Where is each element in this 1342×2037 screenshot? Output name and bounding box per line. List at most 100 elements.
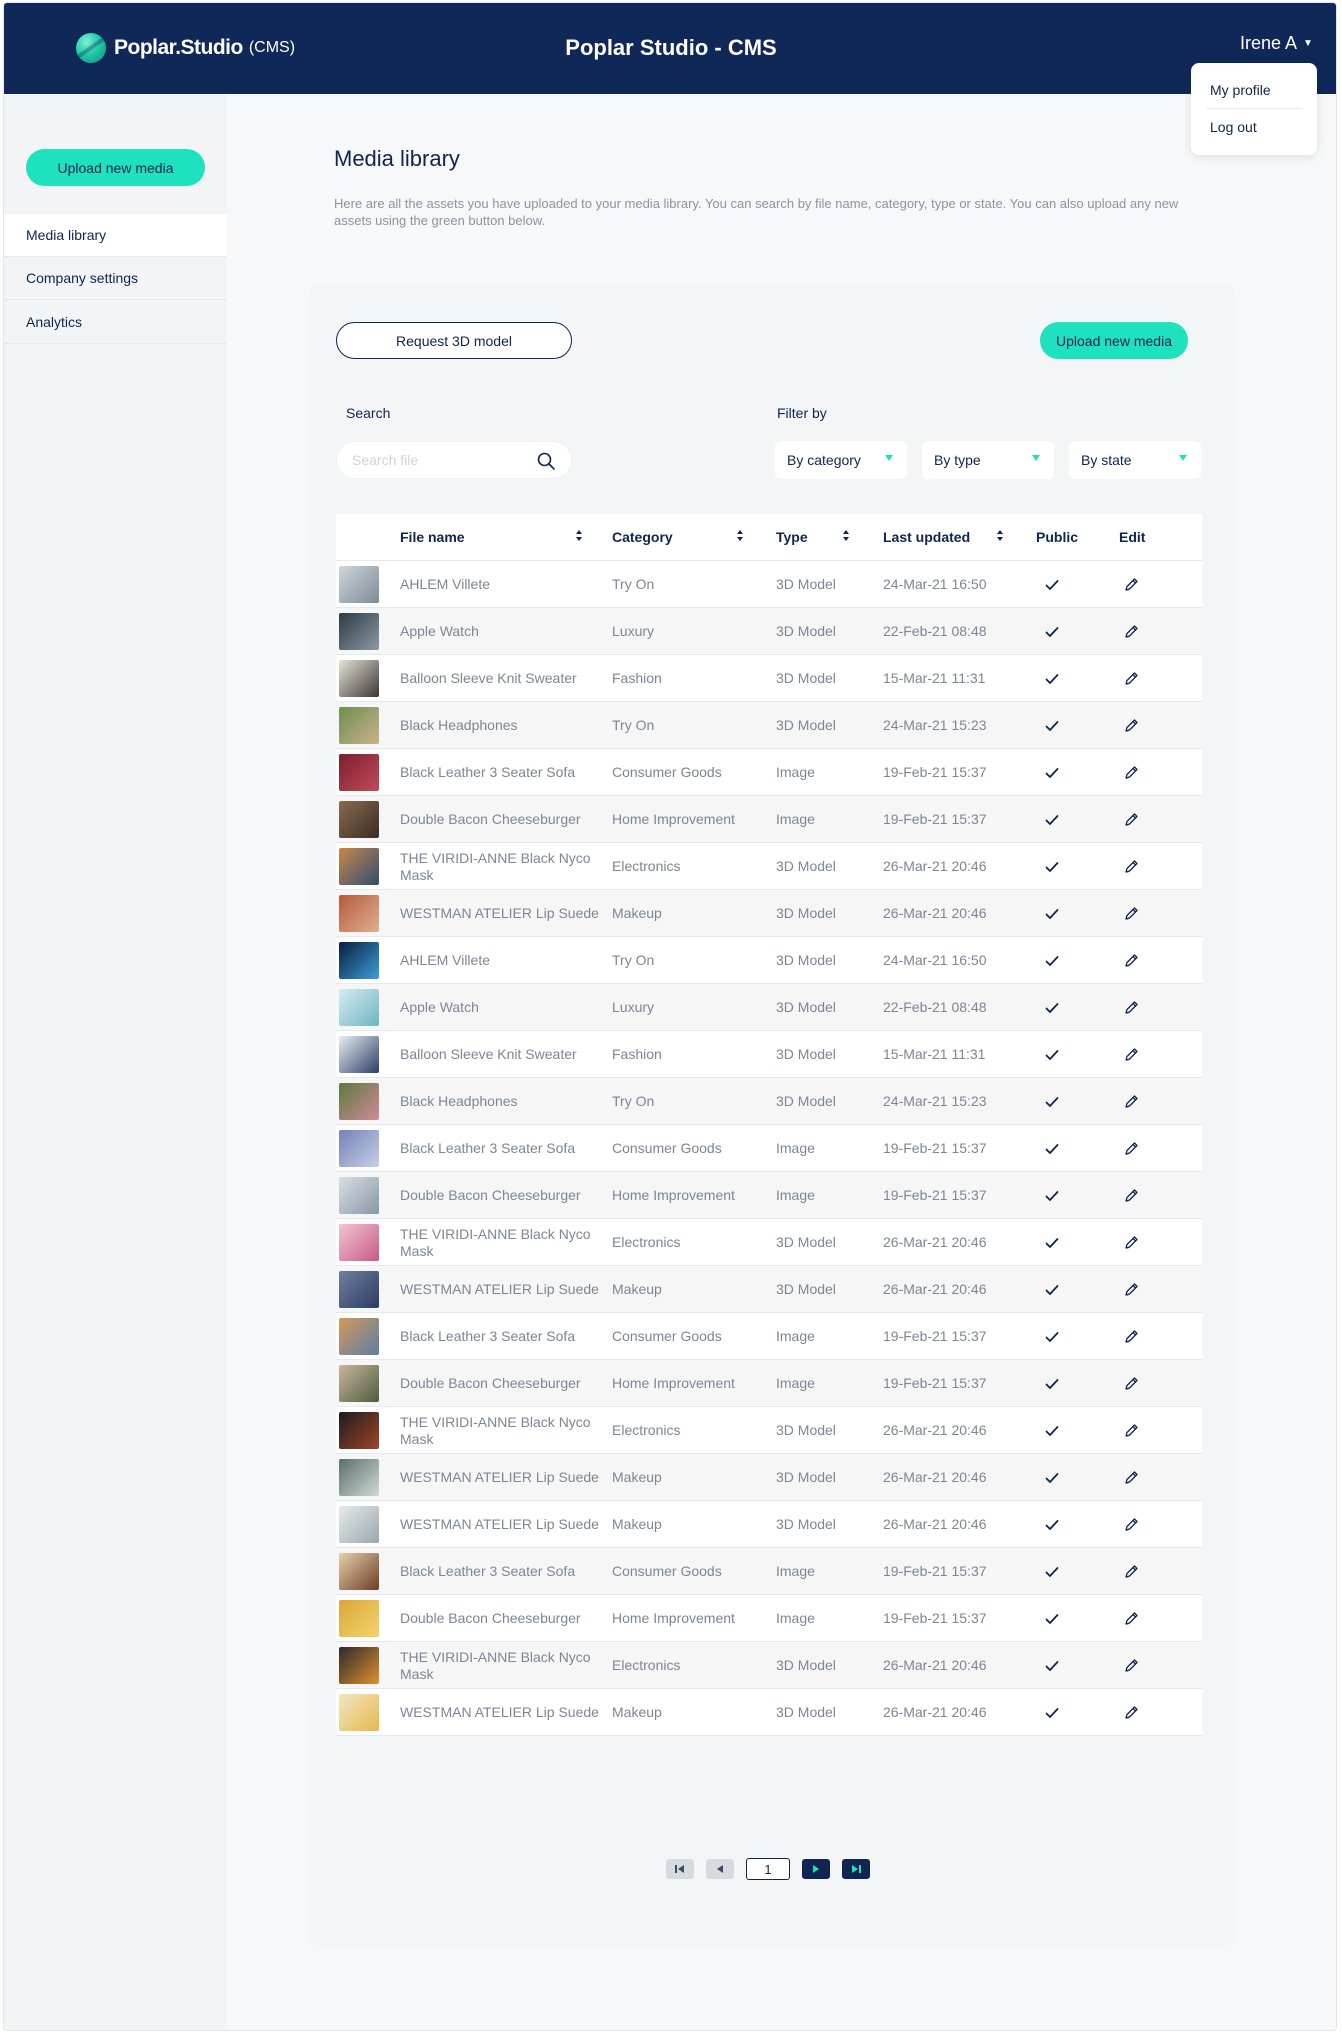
media-thumbnail[interactable]	[339, 566, 379, 603]
edit-button[interactable]	[1123, 1172, 1145, 1219]
table-row[interactable]: AHLEM Villete Try On 3D Model 24-Mar-21 16:…	[336, 937, 1202, 984]
media-thumbnail[interactable]	[339, 1694, 379, 1731]
table-row[interactable]: Apple Watch Luxury 3D Model 22-Feb-21 08:48	[336, 984, 1202, 1031]
media-thumbnail[interactable]	[339, 1083, 379, 1120]
last-page-button[interactable]	[842, 1859, 870, 1879]
media-thumbnail[interactable]	[339, 895, 379, 932]
filter-by-state[interactable]: By state	[1069, 441, 1201, 479]
file-name-cell[interactable]: WESTMAN ATELIER Lip Suede	[400, 1266, 600, 1313]
sort-category-icon[interactable]	[736, 530, 744, 544]
next-page-button[interactable]	[802, 1859, 830, 1879]
table-row[interactable]: Black Leather 3 Seater Sofa Consumer Good…	[336, 1125, 1202, 1172]
table-row[interactable]: Balloon Sleeve Knit Sweater Fashion 3D Mod…	[336, 1031, 1202, 1078]
media-thumbnail[interactable]	[339, 1553, 379, 1590]
user-menu-toggle[interactable]: Irene A ▼	[1240, 33, 1313, 54]
filter-by-type[interactable]: By type	[922, 441, 1054, 479]
file-name-cell[interactable]: THE VIRIDI-ANNE Black Nyco Mask	[400, 1407, 600, 1454]
file-name-cell[interactable]: THE VIRIDI-ANNE Black Nyco Mask	[400, 1642, 600, 1689]
media-thumbnail[interactable]	[339, 1365, 379, 1402]
media-thumbnail[interactable]	[339, 1600, 379, 1637]
media-thumbnail[interactable]	[339, 1224, 379, 1261]
media-thumbnail[interactable]	[339, 1318, 379, 1355]
media-thumbnail[interactable]	[339, 1506, 379, 1543]
file-name-cell[interactable]: AHLEM Villete	[400, 561, 600, 608]
file-name-cell[interactable]: Black Headphones	[400, 1078, 600, 1125]
file-name-cell[interactable]: Double Bacon Cheeseburger	[400, 796, 600, 843]
edit-button[interactable]	[1123, 561, 1145, 608]
table-row[interactable]: WESTMAN ATELIER Lip Suede Makeup 3D Model 2…	[336, 1689, 1202, 1736]
table-row[interactable]: Apple Watch Luxury 3D Model 22-Feb-21 08:48	[336, 608, 1202, 655]
file-name-cell[interactable]: Apple Watch	[400, 608, 600, 655]
edit-button[interactable]	[1123, 890, 1145, 937]
media-thumbnail[interactable]	[339, 1177, 379, 1214]
media-thumbnail[interactable]	[339, 754, 379, 791]
table-row[interactable]: THE VIRIDI-ANNE Black Nyco Mask Electroni…	[336, 1642, 1202, 1689]
search-icon[interactable]	[536, 451, 556, 471]
file-name-cell[interactable]: Black Leather 3 Seater Sofa	[400, 1125, 600, 1172]
edit-button[interactable]	[1123, 1266, 1145, 1313]
table-row[interactable]: Double Bacon Cheeseburger Home Improvemen…	[336, 1360, 1202, 1407]
upload-new-media-button[interactable]: Upload new media	[1040, 322, 1188, 359]
edit-button[interactable]	[1123, 796, 1145, 843]
media-thumbnail[interactable]	[339, 707, 379, 744]
edit-button[interactable]	[1123, 702, 1145, 749]
table-row[interactable]: Double Bacon Cheeseburger Home Improvemen…	[336, 796, 1202, 843]
edit-button[interactable]	[1123, 1595, 1145, 1642]
table-row[interactable]: THE VIRIDI-ANNE Black Nyco Mask Electroni…	[336, 843, 1202, 890]
first-page-button[interactable]	[666, 1859, 694, 1879]
table-row[interactable]: WESTMAN ATELIER Lip Suede Makeup 3D Model 2…	[336, 890, 1202, 937]
media-thumbnail[interactable]	[339, 848, 379, 885]
sidebar-upload-button[interactable]: Upload new media	[26, 149, 205, 186]
table-row[interactable]: THE VIRIDI-ANNE Black Nyco Mask Electroni…	[336, 1407, 1202, 1454]
menu-item-my-profile[interactable]: My profile	[1210, 82, 1271, 98]
edit-button[interactable]	[1123, 1548, 1145, 1595]
table-row[interactable]: WESTMAN ATELIER Lip Suede Makeup 3D Model 2…	[336, 1501, 1202, 1548]
edit-button[interactable]	[1123, 1313, 1145, 1360]
media-thumbnail[interactable]	[339, 801, 379, 838]
file-name-cell[interactable]: Balloon Sleeve Knit Sweater	[400, 1031, 600, 1078]
sidebar-item-analytics[interactable]: Analytics	[4, 301, 227, 344]
file-name-cell[interactable]: WESTMAN ATELIER Lip Suede	[400, 1689, 600, 1736]
edit-button[interactable]	[1123, 1360, 1145, 1407]
filter-by-category[interactable]: By category	[775, 441, 907, 479]
table-row[interactable]: Black Leather 3 Seater Sofa Consumer Good…	[336, 1313, 1202, 1360]
media-thumbnail[interactable]	[339, 1459, 379, 1496]
page-number-input[interactable]	[746, 1858, 790, 1880]
file-name-cell[interactable]: Double Bacon Cheeseburger	[400, 1595, 600, 1642]
media-thumbnail[interactable]	[339, 942, 379, 979]
media-thumbnail[interactable]	[339, 989, 379, 1026]
file-name-cell[interactable]: Black Leather 3 Seater Sofa	[400, 1548, 600, 1595]
file-name-cell[interactable]: Balloon Sleeve Knit Sweater	[400, 655, 600, 702]
sort-last-updated-icon[interactable]	[996, 530, 1004, 544]
edit-button[interactable]	[1123, 655, 1145, 702]
file-name-cell[interactable]: WESTMAN ATELIER Lip Suede	[400, 890, 600, 937]
table-row[interactable]: AHLEM Villete Try On 3D Model 24-Mar-21 16:…	[336, 561, 1202, 608]
edit-button[interactable]	[1123, 984, 1145, 1031]
media-thumbnail[interactable]	[339, 1271, 379, 1308]
edit-button[interactable]	[1123, 1642, 1145, 1689]
edit-button[interactable]	[1123, 1219, 1145, 1266]
table-row[interactable]: Black Headphones Try On 3D Model 24-Mar-21 …	[336, 1078, 1202, 1125]
edit-button[interactable]	[1123, 1078, 1145, 1125]
edit-button[interactable]	[1123, 1125, 1145, 1172]
file-name-cell[interactable]: AHLEM Villete	[400, 937, 600, 984]
table-row[interactable]: WESTMAN ATELIER Lip Suede Makeup 3D Model 2…	[336, 1266, 1202, 1313]
edit-button[interactable]	[1123, 937, 1145, 984]
previous-page-button[interactable]	[706, 1859, 734, 1879]
table-row[interactable]: Double Bacon Cheeseburger Home Improvemen…	[336, 1595, 1202, 1642]
file-name-cell[interactable]: Black Leather 3 Seater Sofa	[400, 749, 600, 796]
edit-button[interactable]	[1123, 608, 1145, 655]
media-thumbnail[interactable]	[339, 1036, 379, 1073]
edit-button[interactable]	[1123, 843, 1145, 890]
edit-button[interactable]	[1123, 1501, 1145, 1548]
table-row[interactable]: WESTMAN ATELIER Lip Suede Makeup 3D Model 2…	[336, 1454, 1202, 1501]
request-3d-model-button[interactable]: Request 3D model	[336, 322, 572, 359]
file-name-cell[interactable]: Black Leather 3 Seater Sofa	[400, 1313, 600, 1360]
table-row[interactable]: Balloon Sleeve Knit Sweater Fashion 3D Mod…	[336, 655, 1202, 702]
file-name-cell[interactable]: Double Bacon Cheeseburger	[400, 1172, 600, 1219]
sidebar-item-company-settings[interactable]: Company settings	[4, 257, 227, 300]
table-row[interactable]: Black Leather 3 Seater Sofa Consumer Good…	[336, 749, 1202, 796]
table-row[interactable]: Black Leather 3 Seater Sofa Consumer Good…	[336, 1548, 1202, 1595]
table-row[interactable]: Double Bacon Cheeseburger Home Improvemen…	[336, 1172, 1202, 1219]
file-name-cell[interactable]: Apple Watch	[400, 984, 600, 1031]
